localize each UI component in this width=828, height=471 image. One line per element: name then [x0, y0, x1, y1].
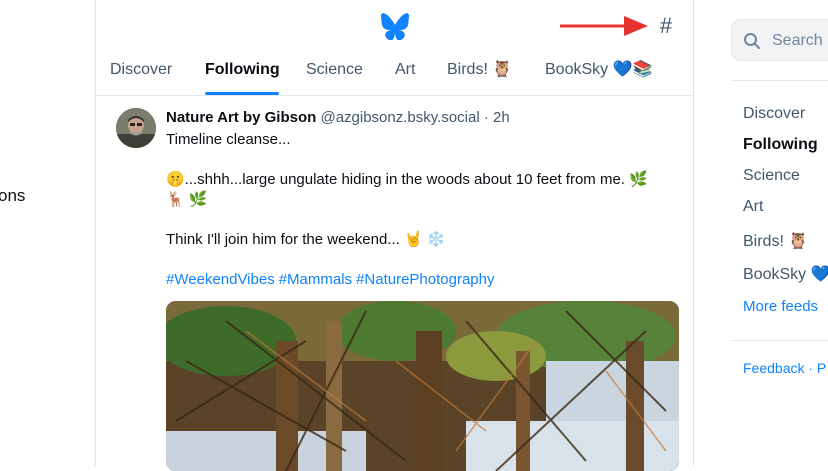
sidebar-feed-science[interactable]: Science — [743, 167, 800, 185]
post[interactable]: Nature Art by Gibson @azgibsonz.bsky.soc… — [96, 96, 694, 471]
avatar[interactable] — [116, 108, 156, 148]
right-sidebar: Search Discover Following Science Art Bi… — [694, 0, 828, 466]
post-text-line: Timeline cleanse... — [166, 131, 291, 148]
post-text-line: Think I'll join him for the weekend... 🤘… — [166, 231, 446, 248]
more-feeds-link[interactable]: More feeds — [743, 298, 818, 315]
search-icon — [744, 33, 760, 49]
divider — [731, 340, 828, 341]
post-text-line: 🦌 🌿 — [166, 191, 208, 208]
main-feed: # Discover Following Science Art Birds! … — [95, 0, 694, 471]
feed-header: # Discover Following Science Art Birds! … — [96, 0, 694, 96]
divider — [731, 80, 828, 81]
sidebar-feed-art[interactable]: Art — [743, 198, 763, 216]
left-nav: ons — [0, 0, 95, 466]
post-time[interactable]: 2h — [493, 109, 510, 126]
author-handle[interactable]: @azgibsonz.bsky.social — [320, 109, 479, 126]
bluesky-butterfly-icon[interactable] — [380, 12, 410, 40]
annotation-arrow-icon — [560, 16, 648, 36]
post-text-line: 🤫...shhh...large ungulate hiding in the … — [166, 171, 648, 188]
left-nav-partial-label[interactable]: ons — [0, 186, 25, 206]
search-placeholder: Search — [772, 32, 823, 49]
author-name[interactable]: Nature Art by Gibson — [166, 109, 316, 126]
sidebar-feed-birds[interactable]: Birds! 🦉 — [743, 231, 808, 251]
tab-science[interactable]: Science — [306, 56, 363, 96]
tab-following[interactable]: Following — [205, 56, 280, 96]
avatar-image — [116, 108, 156, 148]
feed-tabs: Discover Following Science Art Birds! 🦉 … — [96, 56, 694, 96]
sidebar-feed-discover[interactable]: Discover — [743, 105, 805, 123]
search-input[interactable]: Search — [731, 19, 828, 61]
separator: · — [483, 109, 489, 126]
tab-booksky[interactable]: BookSky 💙📚 — [545, 56, 652, 96]
hashtag-link[interactable]: #Mammals — [279, 271, 352, 288]
deer-in-woods-image — [166, 301, 679, 471]
post-photo[interactable] — [166, 301, 679, 471]
hashtag-icon[interactable]: # — [654, 13, 678, 39]
active-tab-indicator — [205, 92, 279, 95]
tab-following-label: Following — [205, 61, 280, 78]
hashtag-link[interactable]: #WeekendVibes — [166, 271, 275, 288]
sidebar-feed-booksky[interactable]: BookSky 💙 — [743, 264, 828, 284]
feedback-link[interactable]: Feedback · P — [743, 360, 826, 376]
tab-art[interactable]: Art — [395, 56, 415, 96]
tab-discover[interactable]: Discover — [110, 56, 172, 96]
sidebar-feed-following[interactable]: Following — [743, 136, 818, 154]
post-hashtags: #WeekendVibes #Mammals #NaturePhotography — [166, 270, 676, 290]
hashtag-link[interactable]: #NaturePhotography — [356, 271, 494, 288]
post-header: Nature Art by Gibson @azgibsonz.bsky.soc… — [166, 108, 510, 128]
tab-birds[interactable]: Birds! 🦉 — [447, 56, 512, 96]
